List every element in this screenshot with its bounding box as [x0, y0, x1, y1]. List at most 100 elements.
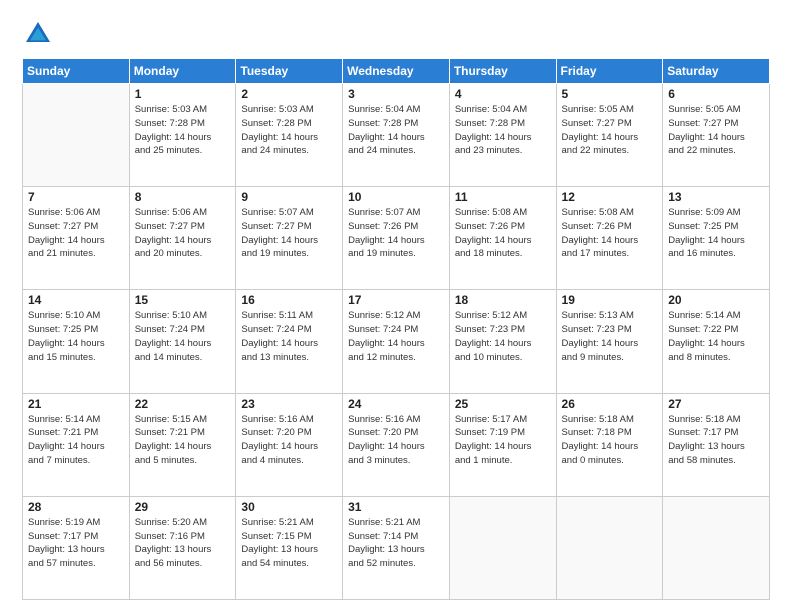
sunrise-text: Sunrise: 5:14 AM	[668, 310, 740, 321]
day-info: Sunrise: 5:04 AMSunset: 7:28 PMDaylight:…	[348, 103, 444, 158]
day-info: Sunrise: 5:18 AM Sunset: 7:17 PM Daylight:…	[668, 413, 764, 468]
calendar-cell: 8Sunrise: 5:06 AMSunset: 7:27 PMDaylight…	[129, 187, 236, 290]
sunrise-text: Sunrise: 5:05 AM	[668, 104, 740, 115]
daylight-text: Daylight: 14 hours	[241, 132, 318, 143]
sunrise-text: Sunrise: 5:03 AM	[241, 104, 313, 115]
calendar-cell: 5 Sunrise: 5:05 AMSunset: 7:27 PMDaylight…	[556, 84, 663, 187]
day-number: 18	[455, 293, 551, 307]
day-number: 5	[562, 87, 658, 101]
day-number: 17	[348, 293, 444, 307]
sunset-text: Sunset: 7:17 PM	[668, 427, 738, 438]
day-number: 24	[348, 397, 444, 411]
calendar-week-row: 1Sunrise: 5:03 AMSunset: 7:28 PMDaylight…	[23, 84, 770, 187]
calendar-cell: 26Sunrise: 5:18 AMSunset: 7:18 PMDayligh…	[556, 393, 663, 496]
calendar-cell: 13Sunrise: 5:09 AMSunset: 7:25 PMDayligh…	[663, 187, 770, 290]
day-number: 31	[348, 500, 444, 514]
day-info: Sunrise: 5:06 AMSunset: 7:27 PMDaylight:…	[28, 206, 124, 261]
daylight-minutes-text: and 24 minutes.	[348, 145, 416, 156]
day-number: 8	[135, 190, 231, 204]
day-number: 3	[348, 87, 444, 101]
sunset-text: Sunset: 7:28 PM	[135, 118, 205, 129]
day-number: 4	[455, 87, 551, 101]
day-info: Sunrise: 5:07 AM Sunset: 7:26 PM Daylight:…	[348, 206, 444, 261]
daylight-minutes-text: and 58 minutes.	[668, 455, 736, 466]
daylight-text: Daylight: 14 hours	[562, 338, 639, 349]
sunrise-text: Sunrise: 5:06 AM	[135, 207, 207, 218]
daylight-minutes-text: and 23 minutes.	[455, 145, 523, 156]
daylight-minutes-text: and 14 minutes.	[135, 352, 203, 363]
sunset-text: Sunset: 7:22 PM	[668, 324, 738, 335]
daylight-minutes-text: and 25 minutes.	[135, 145, 203, 156]
daylight-minutes-text: and 8 minutes.	[668, 352, 730, 363]
daylight-text: Daylight: 14 hours	[562, 441, 639, 452]
weekday-header: Tuesday	[236, 59, 343, 84]
weekday-header: Sunday	[23, 59, 130, 84]
day-info: Sunrise: 5:10 AMSunset: 7:25 PMDaylight:…	[28, 309, 124, 364]
calendar-cell	[663, 496, 770, 599]
daylight-text: Daylight: 13 hours	[28, 544, 105, 555]
sunset-text: Sunset: 7:24 PM	[348, 324, 418, 335]
day-info: Sunrise: 5:13 AMSunset: 7:23 PMDaylight:…	[562, 309, 658, 364]
daylight-text: Daylight: 14 hours	[455, 235, 532, 246]
daylight-minutes-text: and 19 minutes.	[241, 248, 309, 259]
sunrise-text: Sunrise: 5:07 AM	[348, 207, 420, 218]
daylight-text: Daylight: 13 hours	[135, 544, 212, 555]
header	[22, 18, 770, 50]
day-number: 12	[562, 190, 658, 204]
calendar-cell: 9 Sunrise: 5:07 AMSunset: 7:27 PMDaylight…	[236, 187, 343, 290]
day-number: 30	[241, 500, 337, 514]
calendar-cell: 18Sunrise: 5:12 AMSunset: 7:23 PMDayligh…	[449, 290, 556, 393]
calendar-cell: 14Sunrise: 5:10 AMSunset: 7:25 PMDayligh…	[23, 290, 130, 393]
sunset-text: Sunset: 7:26 PM	[348, 221, 418, 232]
daylight-minutes-text: and 12 minutes.	[348, 352, 416, 363]
day-info: Sunrise: 5:08 AMSunset: 7:26 PMDaylight:…	[455, 206, 551, 261]
day-info: Sunrise: 5:09 AMSunset: 7:25 PMDaylight:…	[668, 206, 764, 261]
weekday-row: SundayMondayTuesdayWednesdayThursdayFrid…	[23, 59, 770, 84]
day-info: Sunrise: 5:21 AMSunset: 7:15 PMDaylight:…	[241, 516, 337, 571]
daylight-text: Daylight: 14 hours	[668, 338, 745, 349]
sunset-text: Sunset: 7:23 PM	[455, 324, 525, 335]
sunset-text: Sunset: 7:20 PM	[241, 427, 311, 438]
calendar-week-row: 7Sunrise: 5:06 AMSunset: 7:27 PMDaylight…	[23, 187, 770, 290]
daylight-text: Daylight: 14 hours	[28, 338, 105, 349]
sunrise-text: Sunrise: 5:21 AM	[241, 517, 313, 528]
day-info: Sunrise: 5:05 AMSunset: 7:27 PMDaylight:…	[562, 103, 658, 158]
sunrise-text: Sunrise: 5:07 AM	[241, 207, 313, 218]
daylight-text: Daylight: 14 hours	[348, 132, 425, 143]
sunrise-text: Sunrise: 5:09 AM	[668, 207, 740, 218]
calendar-cell: 1Sunrise: 5:03 AMSunset: 7:28 PMDaylight…	[129, 84, 236, 187]
sunrise-text: Sunrise: 5:10 AM	[28, 310, 100, 321]
logo-icon	[22, 18, 54, 50]
daylight-minutes-text: and 24 minutes.	[241, 145, 309, 156]
daylight-text: Daylight: 14 hours	[28, 441, 105, 452]
daylight-minutes-text: and 17 minutes.	[562, 248, 630, 259]
sunset-text: Sunset: 7:27 PM	[135, 221, 205, 232]
day-number: 9	[241, 190, 337, 204]
daylight-minutes-text: and 52 minutes.	[348, 558, 416, 569]
day-info: Sunrise: 5:07 AMSunset: 7:27 PMDaylight:…	[241, 206, 337, 261]
day-info: Sunrise: 5:05 AMSunset: 7:27 PMDaylight:…	[668, 103, 764, 158]
daylight-text: Daylight: 14 hours	[455, 338, 532, 349]
sunset-text: Sunset: 7:28 PM	[348, 118, 418, 129]
daylight-text: Daylight: 14 hours	[348, 441, 425, 452]
calendar-cell: 29Sunrise: 5:20 AMSunset: 7:16 PMDayligh…	[129, 496, 236, 599]
calendar-cell: 11Sunrise: 5:08 AMSunset: 7:26 PMDayligh…	[449, 187, 556, 290]
day-number: 25	[455, 397, 551, 411]
daylight-text: Daylight: 14 hours	[348, 235, 425, 246]
day-info: Sunrise: 5:14 AMSunset: 7:21 PMDaylight:…	[28, 413, 124, 468]
weekday-header: Saturday	[663, 59, 770, 84]
calendar-cell: 20Sunrise: 5:14 AMSunset: 7:22 PMDayligh…	[663, 290, 770, 393]
sunrise-text: Sunrise: 5:18 AM	[668, 414, 740, 425]
daylight-text: Daylight: 13 hours	[668, 441, 745, 452]
daylight-text: Daylight: 14 hours	[241, 441, 318, 452]
sunrise-text: Sunrise: 5:20 AM	[135, 517, 207, 528]
calendar-cell	[23, 84, 130, 187]
day-number: 23	[241, 397, 337, 411]
calendar-cell: 21Sunrise: 5:14 AMSunset: 7:21 PMDayligh…	[23, 393, 130, 496]
sunrise-text: Sunrise: 5:17 AM	[455, 414, 527, 425]
daylight-text: Daylight: 14 hours	[135, 441, 212, 452]
sunset-text: Sunset: 7:27 PM	[668, 118, 738, 129]
day-number: 6	[668, 87, 764, 101]
daylight-minutes-text: and 57 minutes.	[28, 558, 96, 569]
daylight-text: Daylight: 14 hours	[562, 235, 639, 246]
